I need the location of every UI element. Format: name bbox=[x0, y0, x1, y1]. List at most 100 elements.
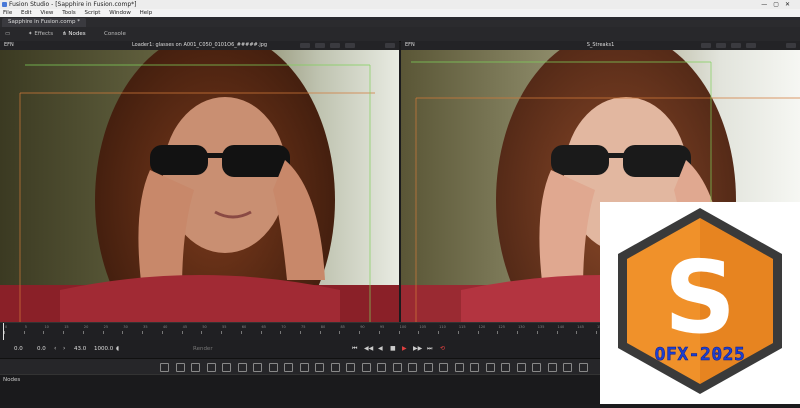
menu-file[interactable]: File bbox=[3, 10, 12, 16]
renderer-tool-icon[interactable] bbox=[470, 363, 479, 372]
transport-bar: 0.0 0.0 ‹ › 43.0 1000.0 ◖ Render ⏮ ◀◀ ◀ … bbox=[0, 340, 603, 358]
timeline-tick-label: 100 bbox=[399, 325, 407, 329]
right-viewer-roi-icon[interactable] bbox=[746, 43, 756, 48]
global-start-field[interactable]: 0.0 bbox=[14, 340, 23, 358]
timeline-tick-label: 145 bbox=[577, 325, 584, 329]
audio-icon[interactable]: ◖ bbox=[116, 340, 119, 358]
timeline-tick-label: 110 bbox=[439, 325, 446, 329]
console-button[interactable]: Console bbox=[104, 27, 126, 41]
transform-tool-icon[interactable] bbox=[253, 363, 262, 372]
tab-comp[interactable]: Sapphire in Fusion.comp * bbox=[2, 18, 86, 27]
right-viewer-channel-icon[interactable] bbox=[716, 43, 726, 48]
timeline-tick-label: 130 bbox=[518, 325, 525, 329]
camera-tool-icon[interactable] bbox=[439, 363, 448, 372]
timeline-tick-label: 55 bbox=[222, 325, 227, 329]
bspline-tool-icon[interactable] bbox=[346, 363, 355, 372]
blur-tool-icon[interactable] bbox=[284, 363, 293, 372]
saver-tool-icon[interactable] bbox=[392, 363, 402, 372]
timeline-tick-label: 85 bbox=[340, 325, 345, 329]
merge-tool-icon[interactable] bbox=[222, 363, 231, 372]
more-tools-icon[interactable] bbox=[578, 363, 588, 372]
paint-tool-icon[interactable] bbox=[175, 363, 185, 372]
timeline-ruler[interactable]: 0 5 10 15 20 25 30 35 40 45 50 55 60 65 70 75 80 85 90 95 10… bbox=[0, 322, 604, 341]
effects-button[interactable]: ✦ Effects bbox=[28, 27, 53, 41]
light-tool-icon[interactable] bbox=[454, 363, 464, 372]
global-end-field[interactable]: 1000.0 bbox=[94, 340, 113, 358]
timeline-tick bbox=[477, 331, 479, 334]
tracker-tool-icon[interactable] bbox=[361, 363, 371, 372]
left-viewer-roi-icon[interactable] bbox=[345, 43, 355, 48]
loop-icon[interactable]: ⟲ bbox=[440, 340, 445, 358]
render-button[interactable]: Render bbox=[193, 340, 213, 358]
rectangle-tool-icon[interactable] bbox=[315, 363, 324, 372]
timeline-tick-label: 40 bbox=[162, 325, 168, 329]
timeline-tick bbox=[201, 331, 203, 334]
particle-tool-icon[interactable] bbox=[408, 363, 417, 372]
menu-help[interactable]: Help bbox=[140, 10, 153, 16]
step-forward-icon[interactable]: › bbox=[63, 340, 65, 358]
panel-toggle-icon[interactable]: ▭ bbox=[5, 27, 10, 41]
timeline-tick bbox=[181, 331, 183, 334]
timeline-tick-label: 125 bbox=[498, 325, 506, 329]
right-viewer-lut-icon[interactable] bbox=[731, 43, 741, 48]
timeline-tick-label: 65 bbox=[261, 325, 266, 329]
render-start-field[interactable]: 0.0 bbox=[37, 340, 46, 358]
go-to-end-icon[interactable]: ⏭ bbox=[427, 340, 432, 358]
play-forward-icon[interactable]: ▶ bbox=[402, 340, 407, 358]
render-end-field[interactable]: 43.0 bbox=[74, 340, 86, 358]
app-icon bbox=[2, 2, 7, 7]
left-viewer-channel-icon[interactable] bbox=[315, 43, 325, 48]
play-reverse-icon[interactable]: ◀ bbox=[378, 340, 383, 358]
timeline-tick bbox=[43, 331, 45, 334]
timeline-tick-label: 70 bbox=[281, 325, 286, 329]
ellipse-tool-icon[interactable] bbox=[330, 363, 340, 372]
timeline-tick-label: 135 bbox=[537, 325, 545, 329]
rewind-icon[interactable]: ◀◀ bbox=[364, 340, 373, 358]
menu-script[interactable]: Script bbox=[85, 10, 101, 16]
step-back-icon[interactable]: ‹ bbox=[54, 340, 56, 358]
loader-tool-icon[interactable] bbox=[377, 363, 386, 372]
polygon-tool-icon[interactable] bbox=[299, 363, 309, 372]
text-tool-icon[interactable] bbox=[206, 363, 216, 372]
right-viewer-more-icon[interactable] bbox=[786, 43, 796, 48]
left-viewer-lut-icon[interactable] bbox=[330, 43, 340, 48]
stop-icon[interactable]: ■ bbox=[390, 340, 396, 358]
timeline-tick-label: 25 bbox=[103, 325, 109, 329]
document-tab-bar: Sapphire in Fusion.comp * bbox=[0, 17, 800, 27]
nodes-button[interactable]: ⋔ Nodes bbox=[62, 27, 86, 41]
color-tool-icon[interactable] bbox=[268, 363, 278, 372]
timeline-tick bbox=[63, 331, 65, 334]
warp-tool-icon[interactable] bbox=[516, 363, 526, 372]
menu-tools[interactable]: Tools bbox=[62, 10, 76, 16]
left-viewer-options-icon[interactable] bbox=[300, 43, 310, 48]
timeline-tick-label: 0 bbox=[5, 325, 8, 329]
nodes-panel[interactable]: Nodes bbox=[0, 374, 603, 405]
right-viewer-options-icon[interactable] bbox=[701, 43, 711, 48]
timeline-tick-label: 80 bbox=[320, 325, 326, 329]
go-to-start-icon[interactable]: ⏮ bbox=[352, 340, 357, 358]
left-viewer-header: EFN Loader1: glasses on A001_C050_0101O6… bbox=[0, 41, 399, 50]
3d-tool-icon[interactable] bbox=[423, 363, 433, 372]
filter-tool-icon[interactable] bbox=[563, 363, 572, 372]
menu-view[interactable]: View bbox=[40, 10, 53, 16]
nodes-label: Nodes bbox=[68, 31, 86, 37]
timeline-tick bbox=[556, 331, 558, 334]
fast-forward-icon[interactable]: ▶▶ bbox=[413, 340, 422, 358]
mask-tool-icon[interactable] bbox=[237, 363, 247, 372]
timeline-tick bbox=[23, 331, 25, 334]
sapphire-hexagon-logo: S bbox=[618, 208, 782, 394]
left-viewer-image bbox=[0, 50, 399, 322]
timeline-tick-label: 75 bbox=[301, 325, 306, 329]
shape-tool-icon[interactable] bbox=[485, 363, 495, 372]
fx-tool-icon[interactable] bbox=[501, 363, 510, 372]
window-controls[interactable]: —▢✕ bbox=[761, 0, 796, 9]
keyer-tool-icon[interactable] bbox=[532, 363, 541, 372]
channel-tool-icon[interactable] bbox=[547, 363, 557, 372]
left-viewer[interactable] bbox=[0, 50, 399, 322]
menu-window[interactable]: Window bbox=[109, 10, 131, 16]
timeline-tick bbox=[260, 331, 262, 334]
background-tool-icon[interactable] bbox=[160, 363, 169, 372]
left-viewer-more-icon[interactable] bbox=[385, 43, 395, 48]
menu-edit[interactable]: Edit bbox=[21, 10, 32, 16]
image-tool-icon[interactable] bbox=[191, 363, 200, 372]
